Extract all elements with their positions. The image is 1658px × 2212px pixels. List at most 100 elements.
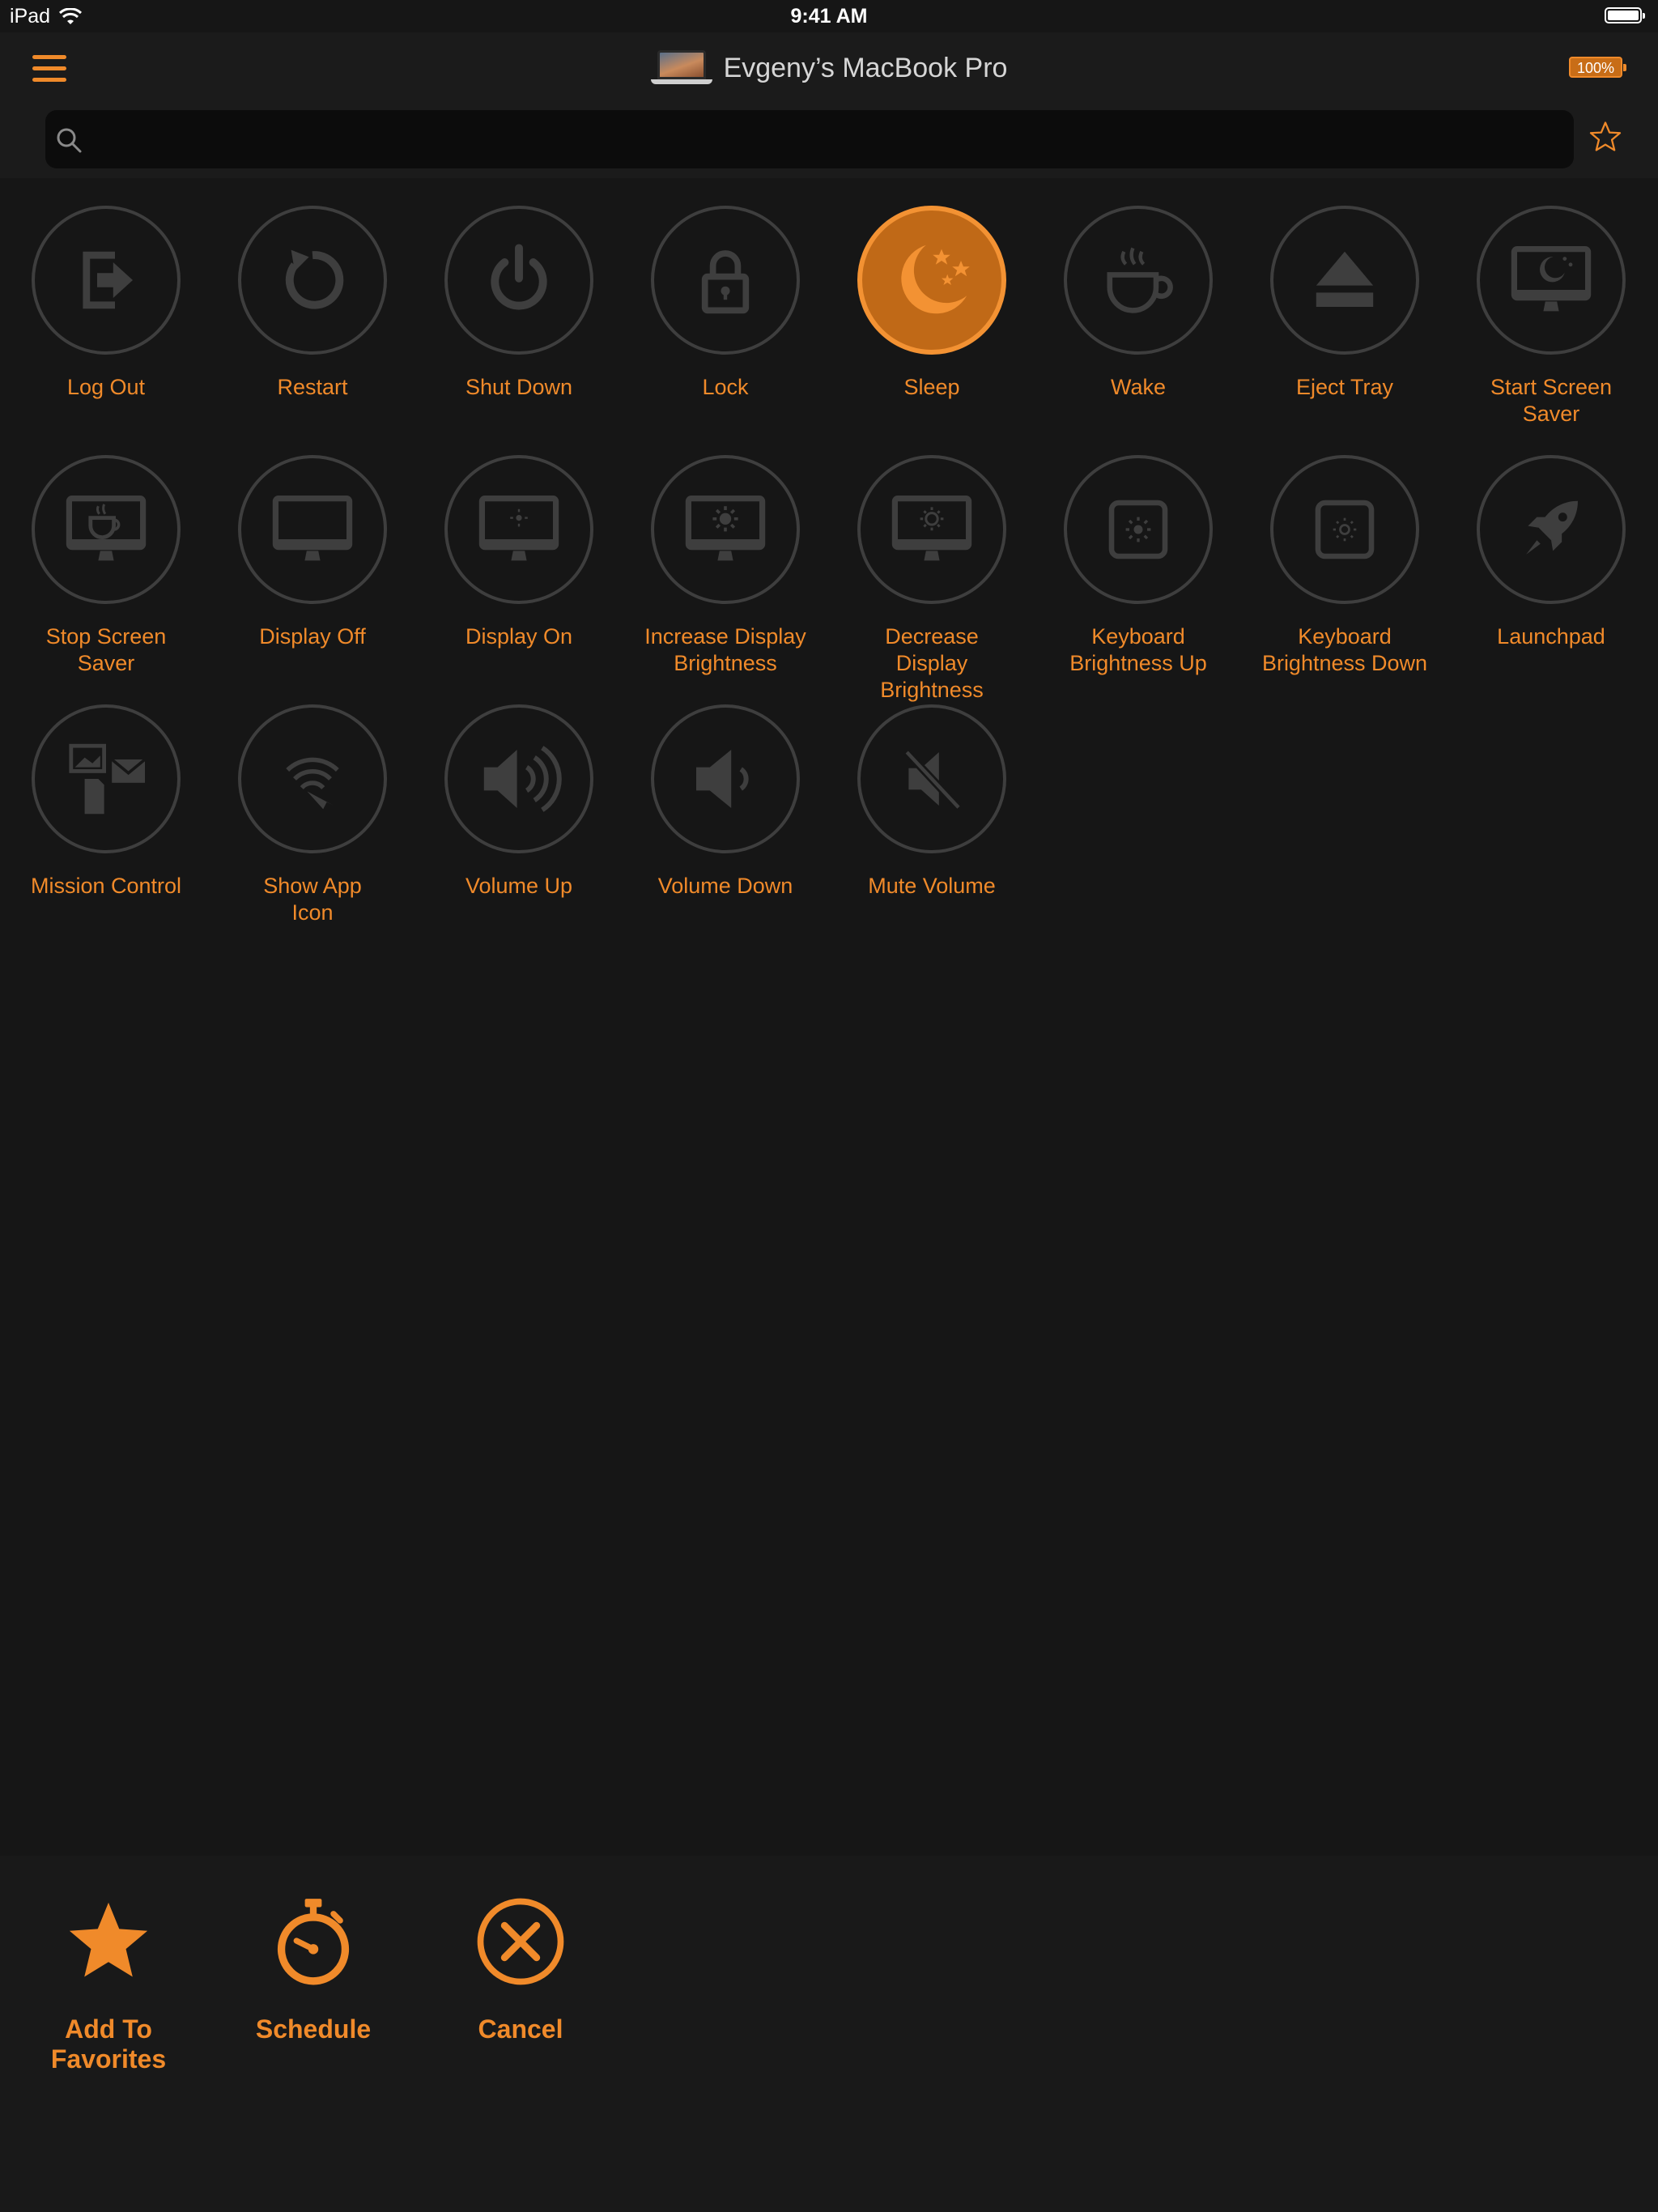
action-mission-control[interactable]: Mission Control	[17, 704, 195, 900]
action-label: Display Off	[259, 624, 366, 649]
macbook-icon	[650, 50, 712, 86]
search-input[interactable]	[94, 110, 1554, 170]
close-circle-icon	[477, 1898, 564, 1985]
action-circle[interactable]	[32, 455, 181, 604]
status-bar: iPad 9:41 AM	[0, 0, 1658, 32]
favorites-star-icon[interactable]	[1588, 120, 1622, 154]
action-circle[interactable]	[1477, 206, 1626, 355]
action-label: Show App Icon	[263, 874, 362, 925]
eject-icon	[1316, 251, 1374, 307]
action-circle[interactable]	[1064, 206, 1213, 355]
action-keyboard-brightness-up[interactable]: Keyboard Brightness Up	[1049, 455, 1227, 677]
action-log-out[interactable]: Log Out	[17, 206, 195, 401]
action-show-app-icon[interactable]: Show App Icon	[223, 704, 402, 926]
volume-mute-icon	[903, 749, 962, 810]
action-label: Volume Up	[465, 874, 573, 898]
action-circle[interactable]	[651, 206, 800, 355]
monitor-on-icon	[478, 496, 559, 561]
action-label: Mute Volume	[868, 874, 996, 898]
action-circle[interactable]	[857, 455, 1006, 604]
action-circle[interactable]	[238, 704, 387, 853]
add-to-favorites-button[interactable]: Add To Favorites	[15, 1895, 202, 2074]
add-to-favorites-label: Add To Favorites	[50, 2014, 167, 2074]
action-label: Display On	[465, 624, 573, 649]
action-label: Lock	[702, 375, 749, 399]
action-label: Stop Screen Saver	[45, 624, 167, 675]
action-circle[interactable]	[1064, 455, 1213, 604]
action-launchpad[interactable]: Launchpad	[1462, 455, 1640, 650]
mission-control-icon	[69, 743, 147, 815]
action-circle[interactable]	[857, 704, 1006, 853]
action-circle[interactable]	[238, 455, 387, 604]
action-sleep[interactable]: Sleep	[843, 206, 1021, 401]
action-circle[interactable]	[444, 206, 593, 355]
action-volume-down[interactable]: Volume Down	[636, 704, 814, 900]
search-field[interactable]	[45, 110, 1574, 170]
action-start-screen-saver[interactable]: Start Screen Saver	[1462, 206, 1640, 428]
action-display-off[interactable]: Display Off	[223, 455, 402, 650]
volume-down-icon	[696, 750, 749, 808]
action-label: Keyboard Brightness Down	[1261, 624, 1428, 675]
restart-icon	[285, 249, 344, 309]
action-circle[interactable]	[238, 206, 387, 355]
action-label: Log Out	[66, 375, 146, 399]
search-icon	[57, 128, 82, 153]
status-time: 9:41 AM	[790, 5, 868, 28]
action-label: Sleep	[903, 375, 960, 399]
star-icon	[69, 1902, 148, 1977]
action-keyboard-brightness-down[interactable]: Keyboard Brightness Down	[1256, 455, 1434, 677]
action-label: Restart	[277, 375, 348, 399]
monitor-off-icon	[272, 496, 353, 561]
schedule-label: Schedule	[255, 2014, 372, 2044]
monitor-brightness-down-icon	[891, 496, 972, 561]
action-circle[interactable]	[444, 455, 593, 604]
action-volume-up[interactable]: Volume Up	[430, 704, 608, 900]
coffee-cup-icon	[1107, 247, 1173, 313]
action-shut-down[interactable]: Shut Down	[430, 206, 608, 401]
monitor-moon-icon	[1511, 246, 1592, 312]
action-restart[interactable]: Restart	[223, 206, 402, 401]
action-circle[interactable]	[32, 206, 181, 355]
action-circle[interactable]	[444, 704, 593, 853]
cancel-button[interactable]: Cancel	[461, 1895, 580, 2044]
action-decrease-display-brightness[interactable]: Decrease Display Brightness	[843, 455, 1021, 704]
action-display-on[interactable]: Display On	[430, 455, 608, 650]
logout-icon	[83, 251, 133, 309]
action-circle[interactable]	[1270, 455, 1419, 604]
monitor-brightness-up-icon	[685, 496, 766, 561]
action-label: Volume Down	[657, 874, 793, 898]
moon-stars-icon	[901, 245, 970, 314]
cancel-label: Cancel	[478, 2014, 563, 2044]
key-brightness-up-icon	[1108, 500, 1168, 559]
power-icon	[491, 244, 547, 310]
action-stop-screen-saver[interactable]: Stop Screen Saver	[17, 455, 195, 677]
action-eject-tray[interactable]: Eject Tray	[1256, 206, 1434, 401]
action-label: Eject Tray	[1295, 375, 1394, 399]
device-title-group[interactable]: Evgeny’s MacBook Pro	[0, 50, 1658, 86]
key-brightness-down-icon	[1315, 500, 1375, 559]
action-circle-active[interactable]	[857, 206, 1006, 355]
device-title: Evgeny’s MacBook Pro	[723, 52, 1008, 83]
action-circle[interactable]	[651, 455, 800, 604]
schedule-button[interactable]: Schedule	[243, 1895, 384, 2044]
action-label: Start Screen Saver	[1490, 375, 1613, 426]
show-app-icon	[286, 757, 339, 810]
action-circle[interactable]	[32, 704, 181, 853]
navigation-bar: Evgeny’s MacBook Pro 100%	[0, 32, 1658, 107]
device-battery-badge: 100%	[1569, 57, 1626, 78]
action-circle[interactable]	[651, 704, 800, 853]
action-mute-volume[interactable]: Mute Volume	[843, 704, 1021, 900]
action-label: Keyboard Brightness Up	[1069, 624, 1207, 675]
action-label: Wake	[1110, 375, 1166, 399]
action-wake[interactable]: Wake	[1049, 206, 1227, 401]
action-circle[interactable]	[1270, 206, 1419, 355]
action-circle[interactable]	[1477, 455, 1626, 604]
action-label: Launchpad	[1497, 624, 1605, 649]
action-label: Mission Control	[30, 874, 182, 898]
volume-up-icon	[483, 746, 562, 812]
action-increase-display-brightness[interactable]: Increase Display Brightness	[636, 455, 814, 677]
action-lock[interactable]: Lock	[636, 206, 814, 401]
search-bar	[0, 107, 1658, 178]
rocket-icon	[1526, 500, 1578, 555]
action-label: Increase Display Brightness	[644, 624, 806, 675]
